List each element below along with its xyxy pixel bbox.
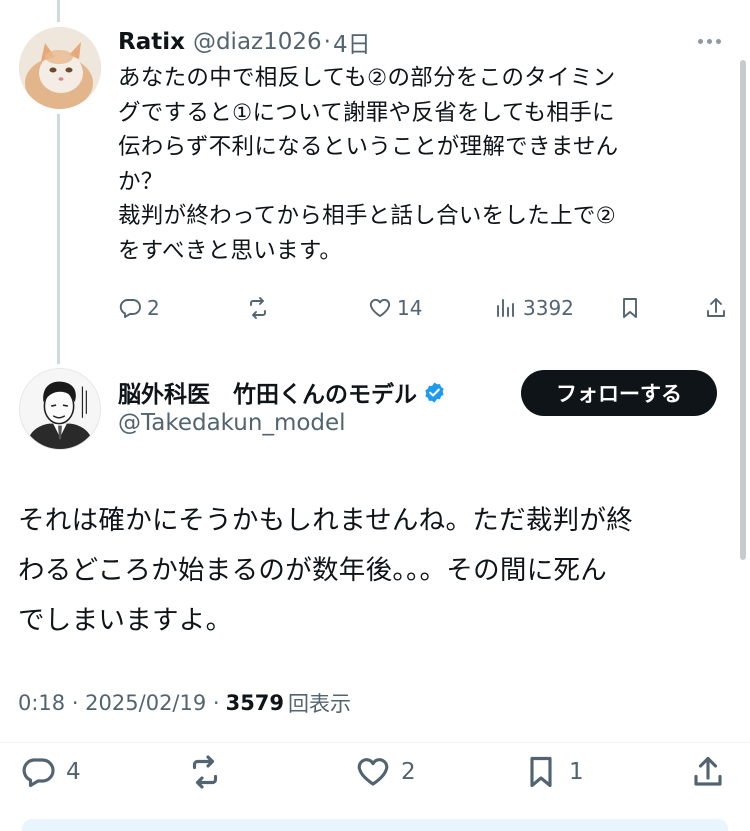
reply-icon [22,758,55,788]
main-repost-button[interactable] [187,752,233,792]
thread-line-connector [57,114,60,364]
reply-handle[interactable]: @diaz1026 [193,29,322,55]
reply-separator: · [323,29,331,55]
more-icon[interactable] [698,34,728,48]
main-timestamp[interactable]: 0:18 · 2025/02/19 · [18,691,220,715]
reply-bookmark-button[interactable] [618,292,642,324]
bookmark-icon [623,298,637,318]
reply-view-count: 3392 [523,296,574,320]
main-reply-button[interactable]: 4 [20,752,81,792]
main-tweet-meta: 0:18 · 2025/02/19 · 3579 回表示 [18,688,351,718]
reply-composer-edge[interactable] [22,819,728,831]
main-reply-count: 4 [66,759,81,785]
follow-button[interactable]: フォローする [521,370,717,416]
repost-icon [250,297,266,319]
reply-share-button[interactable] [704,292,728,324]
main-view-count: 3579 [225,691,285,715]
reply-reply-button[interactable]: 2 [118,292,160,324]
reply-text: あなたの中で相反しても②の部分をこのタイミン グですると①について謝罪や反省をし… [118,65,619,264]
main-share-button[interactable] [690,752,726,792]
cat-avatar-image [19,27,101,109]
like-icon [369,298,391,317]
reply-views-button[interactable]: 3392 [494,292,574,324]
share-icon [694,756,722,786]
like-icon [357,758,389,786]
reply-header: Ratix @diaz1026 · 4日 [118,26,720,58]
main-action-bar: 4 2 1 [0,752,750,792]
scrollbar[interactable] [740,60,746,560]
reply-repost-button[interactable] [246,292,275,324]
views-icon [497,299,514,317]
main-avatar[interactable] [19,368,101,450]
reply-icon [119,299,141,318]
reply-action-bar: 2 14 3392 [118,292,732,324]
main-like-button[interactable]: 2 [355,752,416,792]
bookmark-icon [530,756,552,788]
main-tweet-text: それは確かにそうかもしれませんね。ただ裁判が終 わるどころか始まるのが数年後。。… [18,505,634,636]
reply-like-count: 14 [397,296,423,320]
thread-line-top [57,0,60,22]
reply-time[interactable]: 4日 [333,25,371,59]
main-view-label: 回表示 [288,692,352,716]
main-display-name[interactable]: 脳外科医 竹田くんのモデル [118,375,417,409]
main-handle[interactable]: @Takedakun_model [118,410,346,436]
repost-icon [192,755,218,789]
verified-badge-icon[interactable] [423,381,446,404]
reply-reply-count: 2 [147,296,160,320]
main-header: 脳外科医 竹田くんのモデル [118,374,446,410]
reply-like-button[interactable]: 14 [368,292,422,324]
reply-display-name[interactable]: Ratix [118,29,185,55]
reply-avatar[interactable] [19,27,101,109]
share-icon [707,298,725,317]
main-bookmark-count: 1 [569,759,584,785]
manga-doctor-avatar-image [20,369,100,449]
divider [0,742,750,743]
main-bookmark-button[interactable]: 1 [523,752,584,792]
main-like-count: 2 [401,759,416,785]
